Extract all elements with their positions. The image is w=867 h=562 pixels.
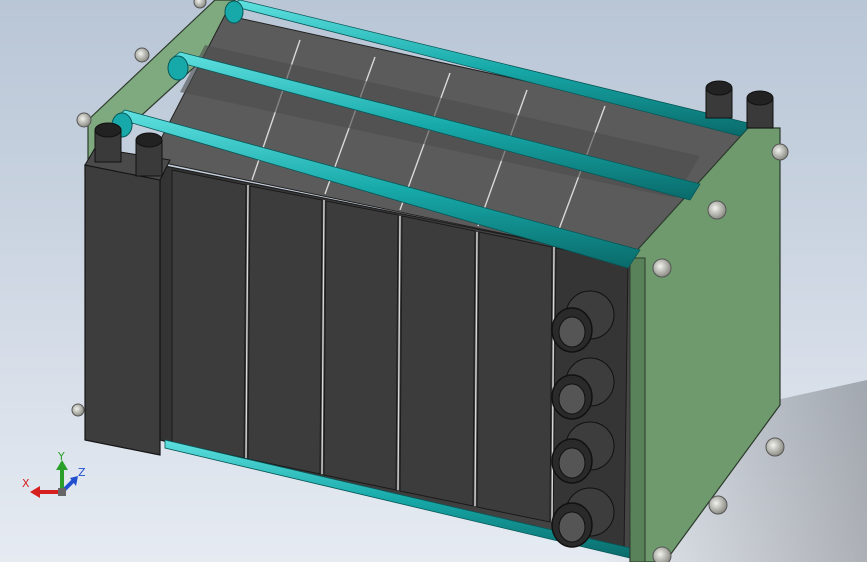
triad-origin bbox=[58, 488, 66, 496]
bolt bbox=[76, 112, 92, 128]
inlet-manifold bbox=[84, 147, 171, 456]
bolt bbox=[771, 143, 789, 161]
rod-end bbox=[167, 55, 189, 81]
triad-z-label: Z bbox=[78, 466, 86, 479]
model-view[interactable]: X Y Z bbox=[0, 0, 867, 562]
rod-end bbox=[224, 0, 244, 24]
triad-x-label: X bbox=[22, 477, 30, 490]
bolt bbox=[652, 258, 672, 278]
cell-panel bbox=[323, 200, 399, 491]
bolt bbox=[765, 437, 785, 457]
triad-y-label: Y bbox=[57, 450, 65, 463]
cell-panel bbox=[399, 215, 476, 507]
bolt bbox=[708, 495, 728, 515]
3d-viewport[interactable]: X Y Z bbox=[0, 0, 867, 562]
cell-panel bbox=[171, 169, 247, 459]
front-end-plate-edge bbox=[629, 257, 646, 562]
bolt bbox=[652, 546, 672, 562]
cell-panel bbox=[247, 185, 323, 475]
bolt bbox=[193, 0, 207, 9]
coordinate-triad[interactable]: X Y Z bbox=[22, 450, 86, 498]
cell-panel bbox=[476, 231, 553, 523]
triad-x-arrow bbox=[30, 486, 40, 498]
bolt bbox=[134, 47, 150, 63]
bolt bbox=[707, 200, 727, 220]
bolt bbox=[71, 403, 85, 417]
